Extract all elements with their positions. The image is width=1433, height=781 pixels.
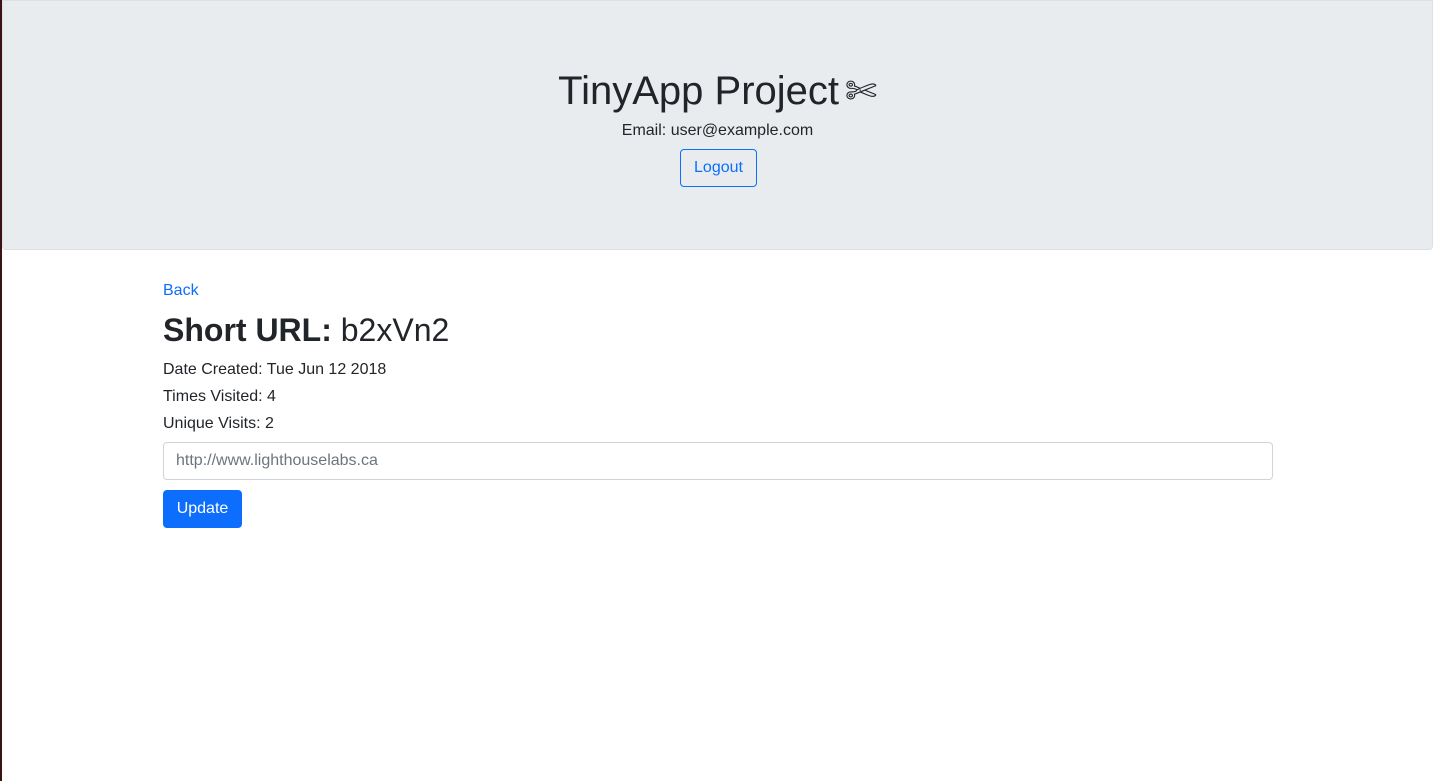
header-jumbotron: TinyApp Project ✄ Email: user@example.com… [2, 0, 1433, 250]
unique-visits-value: 2 [264, 415, 274, 432]
date-created-value: Tue Jun 12 2018 [266, 361, 387, 378]
url-detail: Back Short URL: b2xVn2 Date Created: Tue… [163, 280, 1273, 528]
unique-visits: Unique Visits: 2 [163, 410, 1273, 437]
unique-visits-label: Unique Visits: [163, 415, 261, 432]
app-title: TinyApp Project ✄ [3, 67, 1432, 116]
short-url-value: b2xVn2 [340, 312, 450, 348]
logout-button[interactable]: Logout [680, 149, 757, 187]
user-email: Email: user@example.com [3, 121, 1432, 141]
date-created-label: Date Created: [163, 361, 263, 378]
email-value: user@example.com [670, 122, 814, 139]
back-link[interactable]: Back [163, 280, 199, 302]
times-visited-value: 4 [267, 388, 276, 405]
page-title: Short URL: b2xVn2 [163, 310, 1273, 350]
times-visited: Times Visited: 4 [163, 383, 1273, 410]
scissors-icon: ✄ [845, 71, 877, 113]
short-url-label: Short URL: [163, 312, 332, 348]
long-url-input[interactable] [163, 442, 1273, 480]
times-visited-label: Times Visited: [163, 388, 263, 405]
app-title-text: TinyApp Project [558, 69, 839, 113]
update-button[interactable]: Update [163, 490, 242, 528]
date-created: Date Created: Tue Jun 12 2018 [163, 356, 1273, 383]
email-label: Email: [621, 122, 667, 139]
